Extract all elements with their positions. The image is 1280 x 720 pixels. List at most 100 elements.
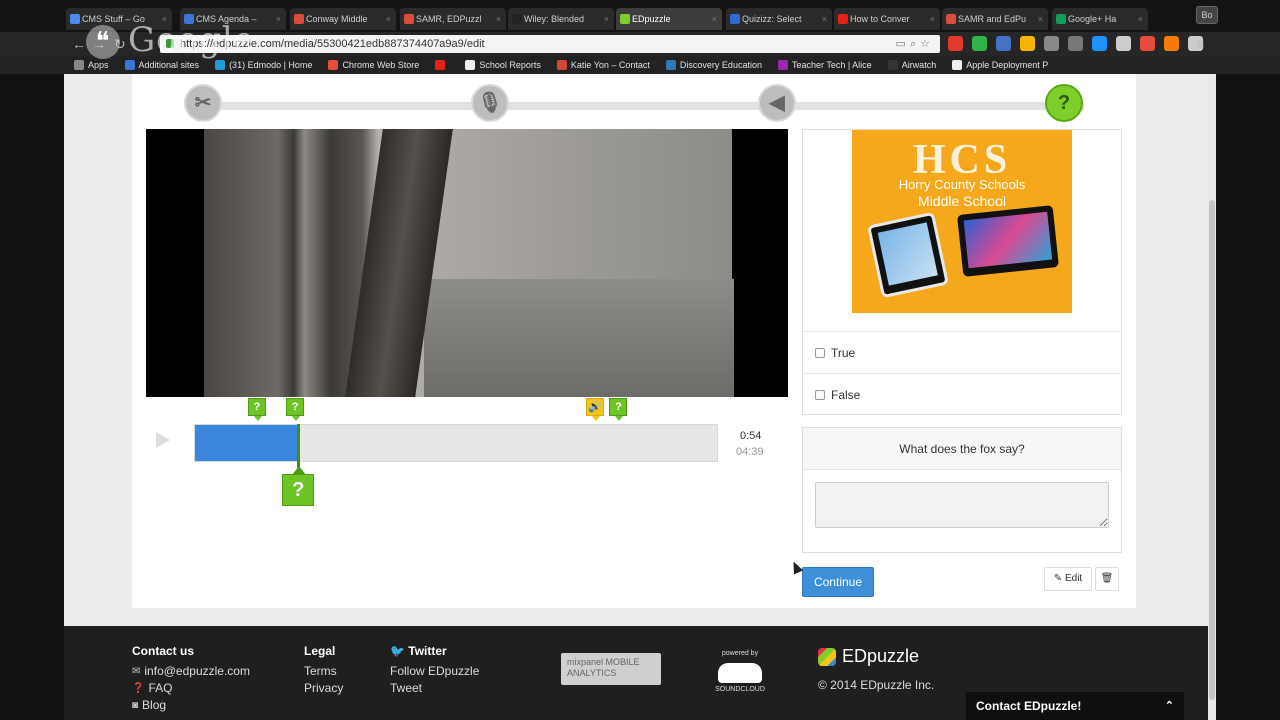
scrollbar-thumb[interactable] bbox=[1209, 200, 1215, 700]
tab-close-icon[interactable]: × bbox=[712, 8, 717, 30]
bookmark-item[interactable]: Apple Deployment P bbox=[944, 60, 1056, 70]
image-caption-1: Horry County Schools bbox=[898, 177, 1026, 192]
extension-icon[interactable] bbox=[1044, 36, 1059, 51]
browser-tab[interactable]: EDpuzzle × bbox=[616, 8, 722, 30]
delete-button[interactable]: 🗑 bbox=[1095, 567, 1119, 591]
address-bar[interactable]: https://edpuzzle.com/media/55300421edb88… bbox=[160, 35, 940, 53]
google-hangout-watermark: ❝ Google bbox=[86, 20, 255, 60]
profile-button[interactable]: Bo bbox=[1196, 6, 1218, 24]
edpuzzle-page: ✂ 🎙 ◀? ? 0:54 04:39 ?? 🔊? HCS Horry County … bbox=[64, 74, 1216, 720]
browser-tab[interactable]: How to Conver × bbox=[834, 8, 940, 30]
edit-button[interactable]: ✎ Edit bbox=[1044, 567, 1092, 591]
tab-close-icon[interactable]: × bbox=[386, 8, 391, 30]
tab-label: SAMR, EDPuzzl bbox=[416, 14, 482, 24]
tab-favicon-icon bbox=[70, 14, 80, 24]
footer-email-link[interactable]: ✉ info@edpuzzle.com bbox=[132, 664, 250, 678]
extension-icon[interactable] bbox=[1116, 36, 1131, 51]
tab-close-icon[interactable]: × bbox=[822, 8, 827, 30]
extension-icon[interactable] bbox=[996, 36, 1011, 51]
extension-icon[interactable] bbox=[1020, 36, 1035, 51]
browser-tab[interactable]: Wiley: Blended × bbox=[508, 8, 614, 30]
soundcloud-badge[interactable]: powered by SOUNDCLOUD bbox=[714, 650, 766, 693]
question-marker[interactable]: ? bbox=[247, 398, 266, 421]
footer-follow-link[interactable]: Follow EDpuzzle bbox=[390, 664, 479, 678]
footer-blog-link[interactable]: ◙ Blog bbox=[132, 698, 250, 712]
bookmark-item[interactable]: School Reports bbox=[457, 60, 549, 70]
bookmark-item[interactable]: Teacher Tech | Alice bbox=[770, 60, 880, 70]
question-marker[interactable]: ? bbox=[286, 398, 305, 421]
star-icon[interactable]: ☆ bbox=[920, 38, 934, 50]
browser-tab[interactable]: SAMR and EdPu × bbox=[942, 8, 1048, 30]
footer-terms-link[interactable]: Terms bbox=[304, 664, 343, 678]
soundcloud-icon bbox=[718, 663, 762, 683]
extension-icon[interactable] bbox=[972, 36, 987, 51]
bookmark-label: Chrome Web Store bbox=[342, 60, 420, 70]
extension-icon[interactable] bbox=[1092, 36, 1107, 51]
scissors-icon[interactable]: ✂ bbox=[184, 84, 222, 122]
menu-icon[interactable]: ≡ bbox=[1196, 36, 1204, 52]
tab-label: How to Conver bbox=[850, 14, 910, 24]
microphone-icon[interactable]: 🎙 bbox=[471, 84, 509, 122]
bookmark-item[interactable]: Airwatch bbox=[880, 60, 945, 70]
video-player[interactable] bbox=[146, 129, 788, 397]
omnibox-tools: ▭⌕☆ bbox=[896, 35, 934, 53]
bookmark-item[interactable]: Additional sites bbox=[117, 60, 208, 70]
play-icon[interactable] bbox=[156, 432, 170, 448]
blog-text: Blog bbox=[142, 698, 167, 712]
tab-favicon-icon bbox=[294, 14, 304, 24]
browser-tab[interactable]: Quizizz: Select × bbox=[726, 8, 832, 30]
footer-faq-link[interactable]: ❓ FAQ bbox=[132, 681, 250, 695]
extension-icon[interactable] bbox=[1140, 36, 1155, 51]
option-false[interactable]: False bbox=[803, 373, 1121, 415]
question-marker[interactable]: ? bbox=[609, 398, 628, 421]
zoom-icon[interactable]: ⌕ bbox=[910, 38, 920, 50]
answer-textarea[interactable] bbox=[815, 482, 1109, 528]
tab-close-icon[interactable]: × bbox=[930, 8, 935, 30]
contact-edpuzzle-bar[interactable]: Contact EDpuzzle! ⌃ bbox=[966, 692, 1184, 720]
timeline-playhead[interactable] bbox=[297, 424, 301, 468]
faq-text: FAQ bbox=[148, 681, 173, 695]
footer-privacy-link[interactable]: Privacy bbox=[304, 681, 343, 695]
browser-tab[interactable]: SAMR, EDPuzzl × bbox=[400, 8, 506, 30]
bookmark-item[interactable]: (31) Edmodo | Home bbox=[207, 60, 320, 70]
total-time: 04:39 bbox=[736, 446, 764, 458]
selected-question-marker[interactable]: ? bbox=[282, 466, 315, 506]
bookmark-label: Additional sites bbox=[138, 60, 200, 70]
chevron-up-icon: ⌃ bbox=[1164, 700, 1174, 712]
pencil-icon: ✎ bbox=[1053, 573, 1065, 584]
false-checkbox[interactable] bbox=[815, 389, 825, 400]
trash-icon: 🗑 bbox=[1100, 573, 1114, 584]
extension-icon[interactable] bbox=[1164, 36, 1179, 51]
tab-close-icon[interactable]: × bbox=[604, 8, 609, 30]
timeline-track[interactable] bbox=[194, 424, 718, 462]
bookmark-item[interactable]: Apps bbox=[66, 60, 117, 70]
footer-tweet-link[interactable]: Tweet bbox=[390, 681, 479, 695]
browser-tab[interactable]: Conway Middle × bbox=[290, 8, 396, 30]
tab-close-icon[interactable]: × bbox=[276, 8, 281, 30]
edpuzzle-logo[interactable]: EDpuzzle bbox=[818, 646, 919, 667]
browser-tab[interactable]: Google+ Ha × bbox=[1052, 8, 1148, 30]
question-icon[interactable]: ? bbox=[1045, 84, 1083, 122]
continue-button[interactable]: Continue bbox=[802, 567, 874, 597]
bookmark-item[interactable]: Discovery Education bbox=[658, 60, 770, 70]
option-true[interactable]: True bbox=[803, 331, 1121, 373]
footer-legal-heading: Legal bbox=[304, 644, 336, 658]
mixpanel-badge[interactable]: mixpanel MOBILE ANALYTICS bbox=[561, 653, 661, 685]
tab-close-icon[interactable]: × bbox=[1038, 8, 1043, 30]
tab-close-icon[interactable]: × bbox=[496, 8, 501, 30]
speaker-icon[interactable]: ◀ bbox=[758, 84, 796, 122]
bookmark-item[interactable]: Chrome Web Store bbox=[320, 60, 427, 70]
true-checkbox[interactable] bbox=[815, 347, 825, 358]
bookmark-item[interactable]: Katie Yon – Contact bbox=[549, 60, 658, 70]
extension-icon[interactable] bbox=[948, 36, 963, 51]
cast-icon[interactable]: ▭ bbox=[896, 38, 910, 50]
editor-steps: ✂ 🎙 ◀? bbox=[64, 74, 1216, 130]
footer-contact: Contact us ✉ info@edpuzzle.com ❓ FAQ ◙ Blog bbox=[132, 644, 250, 715]
back-arrow-icon[interactable]: ← bbox=[72, 36, 86, 52]
tab-close-icon[interactable]: × bbox=[1138, 8, 1143, 30]
bookmark-item[interactable] bbox=[427, 60, 457, 70]
bookmark-label: Katie Yon – Contact bbox=[570, 60, 650, 70]
extension-icon[interactable] bbox=[1068, 36, 1083, 51]
audio-note-marker[interactable]: 🔊 bbox=[585, 398, 604, 421]
tab-label: Wiley: Blended bbox=[524, 14, 585, 24]
